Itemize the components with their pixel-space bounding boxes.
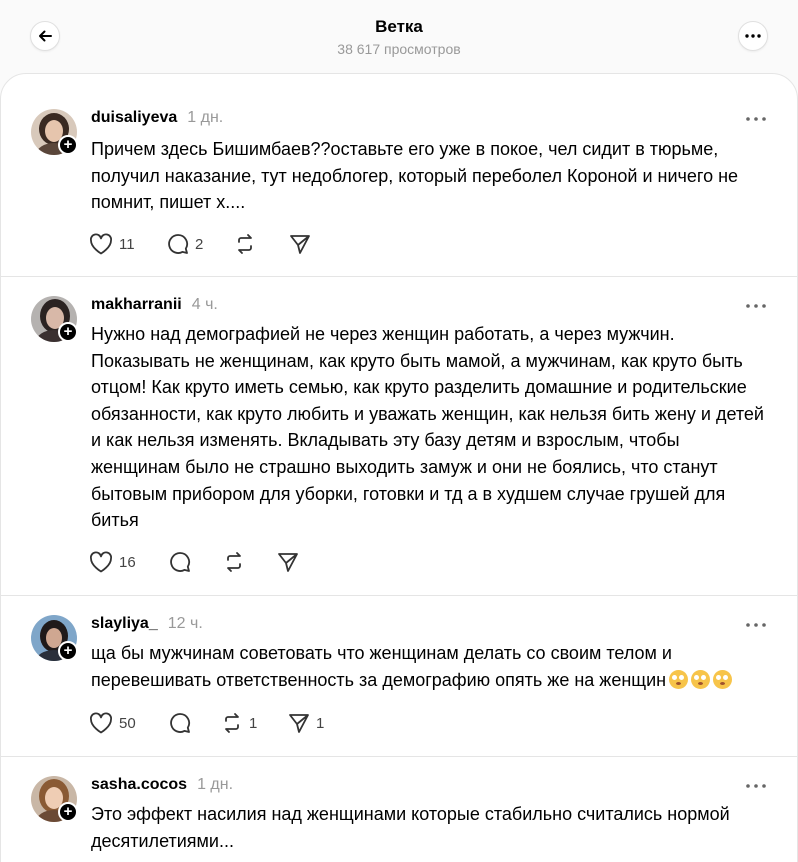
ellipsis-icon [745,34,761,38]
comment-icon [170,713,191,733]
flushed-face-emoji [713,669,733,689]
post: + slayliya_ 12 ч. ща бы мужчинам советова… [1,596,797,756]
post-menu-icon[interactable] [745,115,767,123]
post-actions: 50 1 1 [89,710,389,736]
post-time: 1 дн. [187,109,224,126]
more-options-button[interactable] [738,21,768,51]
follow-button[interactable]: + [58,322,78,342]
comment-icon [170,552,191,572]
reply-button[interactable] [169,710,191,736]
reply-button[interactable] [169,549,191,575]
reply-button[interactable]: 2 [167,231,203,257]
post-text: ща бы мужчинам советовать что женщинам д… [91,640,771,693]
repost-button[interactable]: 1 [221,710,257,736]
flushed-face-emoji [691,669,711,689]
repost-button[interactable] [234,231,256,257]
comment-icon [168,234,189,254]
follow-button[interactable]: + [58,135,78,155]
send-icon [278,553,298,572]
post: + duisaliyeva 1 дн. Причем здесь Бишимбае… [1,74,797,277]
heart-icon [90,233,112,255]
header: Ветка 38 617 просмотров [0,0,798,72]
username[interactable]: slayliya_ 12 ч. [91,615,203,633]
heart-icon [90,712,112,734]
post-actions: 11 2 [89,231,389,257]
share-count: 1 [316,714,325,732]
username[interactable]: sasha.cocos 1 дн. [91,776,233,794]
send-icon [289,714,309,733]
post-menu-icon[interactable] [745,782,767,790]
like-button[interactable]: 50 [89,710,136,736]
follow-button[interactable]: + [58,641,78,661]
post-menu-icon[interactable] [745,621,767,629]
post-time: 1 дн. [197,776,234,793]
follow-button[interactable]: + [58,802,78,822]
username[interactable]: duisaliyeva 1 дн. [91,109,223,127]
page-title: Ветка [375,17,423,36]
post-menu-icon[interactable] [745,302,767,310]
repost-count: 1 [249,714,258,732]
username[interactable]: makharranii 4 ч. [91,296,218,314]
post-text: Нужно над демографией не через женщин ра… [91,324,764,531]
post-text: Это эффект насилия над женщинами которые… [91,804,730,851]
like-button[interactable]: 11 [89,231,135,257]
post-text: Причем здесь Бишимбаев??оставьте его уже… [91,139,739,213]
like-count: 50 [119,714,136,732]
repost-icon [225,713,239,733]
post-actions: 16 [89,549,389,575]
like-count: 16 [119,553,136,571]
heart-icon [90,551,112,573]
share-button[interactable]: 1 [288,710,324,736]
repost-icon [227,552,241,572]
like-count: 11 [119,235,135,253]
reply-count: 2 [195,235,204,253]
like-button[interactable]: 16 [89,549,136,575]
repost-icon [238,234,252,254]
send-icon [290,235,310,254]
post: + makharranii 4 ч. Нужно над демографией … [1,277,797,595]
post-time: 4 ч. [191,296,218,313]
repost-button[interactable] [223,549,245,575]
view-count: 38 617 просмотров [337,41,461,57]
share-button[interactable] [277,549,299,575]
post-time: 12 ч. [167,615,203,632]
share-button[interactable] [289,231,311,257]
thread-card: + duisaliyeva 1 дн. Причем здесь Бишимбае… [0,73,798,862]
post: + sasha.cocos 1 дн. Это эффект насилия на… [1,757,797,862]
flushed-face-emoji [669,669,689,689]
